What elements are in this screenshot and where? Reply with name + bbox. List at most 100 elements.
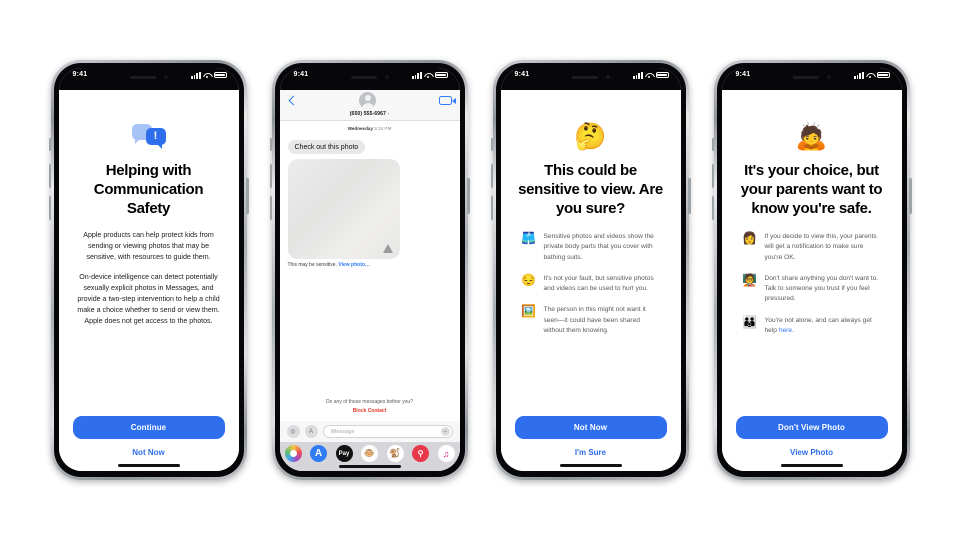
camera-icon[interactable]: ◎ bbox=[286, 425, 300, 438]
phone-3-screen: 9:41 🤔 This could be sensitive to view. … bbox=[500, 68, 681, 471]
facetime-video-icon[interactable] bbox=[438, 96, 456, 105]
volume-up-button[interactable] bbox=[48, 164, 51, 188]
notch bbox=[328, 68, 411, 86]
wifi-icon bbox=[645, 72, 653, 79]
exclamation-mark: ! bbox=[153, 129, 158, 142]
battery-icon bbox=[876, 71, 890, 79]
sensitive-notice-text: This may be sensitive. bbox=[287, 262, 337, 268]
not-now-button[interactable]: Not Now bbox=[514, 416, 667, 439]
cellular-bars-icon bbox=[633, 71, 643, 79]
dont-view-photo-button[interactable]: Don't View Photo bbox=[735, 416, 888, 439]
mute-switch[interactable] bbox=[711, 138, 714, 151]
thinking-face-emoji: 🤔 bbox=[574, 121, 607, 151]
status-time: 9:41 bbox=[735, 71, 751, 78]
send-arrow-icon[interactable]: ➜ bbox=[440, 427, 450, 436]
power-button[interactable] bbox=[688, 178, 691, 214]
power-button[interactable] bbox=[467, 178, 470, 214]
volume-down-button[interactable] bbox=[269, 196, 272, 220]
bullet-text: Don't share anything you don't want to. … bbox=[764, 274, 879, 303]
list-item: 👪 You're not alone, and can always get h… bbox=[742, 314, 882, 336]
phone-device-3: 9:41 🤔 This could be sensitive to view. … bbox=[490, 60, 691, 480]
wifi-icon bbox=[866, 72, 874, 79]
status-bar: 9:41 bbox=[721, 68, 902, 90]
nav-row bbox=[288, 92, 456, 109]
phone-device-4: 9:41 🙇 It's your choice, but your parent… bbox=[711, 60, 912, 480]
status-indicators bbox=[854, 71, 890, 79]
animoji-app-icon[interactable]: 🐒 bbox=[386, 445, 404, 462]
volume-up-button[interactable] bbox=[490, 164, 493, 188]
contact-avatar-icon[interactable] bbox=[359, 92, 376, 109]
view-photo-button[interactable]: View Photo bbox=[790, 448, 833, 457]
mute-switch[interactable] bbox=[48, 138, 51, 151]
notch bbox=[549, 68, 632, 86]
status-bar: 9:41 bbox=[279, 68, 460, 90]
cellular-bars-icon bbox=[191, 71, 201, 79]
block-contact-link[interactable]: Block Contact bbox=[280, 407, 460, 416]
continue-button[interactable]: Continue bbox=[72, 416, 225, 439]
im-sure-button[interactable]: I'm Sure bbox=[575, 448, 606, 457]
incoming-message-bubble[interactable]: Check out this photo bbox=[287, 140, 366, 154]
home-indicator[interactable] bbox=[559, 464, 622, 467]
photos-app-icon[interactable] bbox=[284, 445, 302, 462]
volume-up-button[interactable] bbox=[269, 164, 272, 188]
home-indicator[interactable] bbox=[780, 464, 843, 467]
mute-switch[interactable] bbox=[269, 138, 272, 151]
phone-4-screen: 9:41 🙇 It's your choice, but your parent… bbox=[721, 68, 902, 471]
front-camera-icon bbox=[826, 75, 831, 79]
phone-1-bezel: 9:41 ! Helping with Communication Safety… bbox=[53, 63, 244, 477]
memoji-monkey-icon[interactable]: 🐵 bbox=[361, 445, 378, 462]
volume-down-button[interactable] bbox=[711, 196, 714, 220]
mute-switch[interactable] bbox=[490, 138, 493, 151]
image-search-app-icon[interactable]: ⚲ bbox=[412, 445, 429, 462]
sensitive-warning-page: 🤔 This could be sensitive to view. Are y… bbox=[500, 90, 681, 471]
action-area: Not Now I'm Sure bbox=[514, 416, 667, 457]
warning-triangle-icon bbox=[382, 244, 393, 253]
bullet-text: It's not your fault, but sensitive photo… bbox=[543, 274, 654, 293]
action-area: Continue Not Now bbox=[72, 416, 225, 457]
timestamp-day: Wednesday bbox=[347, 125, 374, 131]
cellular-bars-icon bbox=[854, 71, 864, 79]
phone-3-bezel: 9:41 🤔 This could be sensitive to view. … bbox=[495, 63, 686, 477]
cellular-bars-icon bbox=[412, 71, 422, 79]
family-emoji: 👪 bbox=[742, 314, 757, 329]
power-button[interactable] bbox=[909, 178, 912, 214]
bullet-text: You're not alone, and can always get hel… bbox=[765, 316, 882, 336]
volume-down-button[interactable] bbox=[490, 196, 493, 220]
message-input-field[interactable]: iMessage ➜ bbox=[322, 425, 453, 438]
help-here-link[interactable]: here bbox=[779, 327, 792, 334]
phone-2-screen: 9:41 (650) 555-6967 › Wednesday 5:34 PM … bbox=[279, 68, 460, 471]
notification-avatar-emoji: 👩 bbox=[742, 231, 757, 246]
contact-name[interactable]: (650) 555-6967 › bbox=[350, 111, 389, 117]
volume-down-button[interactable] bbox=[48, 196, 51, 220]
hero-icon-wrap: ! bbox=[131, 120, 166, 152]
imessage-app-drawer: A Pay 🐵 🐒 ⚲ ♫ bbox=[279, 442, 460, 471]
earpiece-speaker bbox=[571, 75, 598, 79]
phone-2-bezel: 9:41 (650) 555-6967 › Wednesday 5:34 PM … bbox=[274, 63, 465, 477]
music-app-icon[interactable]: ♫ bbox=[437, 445, 455, 462]
app-store-app-icon[interactable]: A bbox=[310, 445, 327, 462]
volume-up-button[interactable] bbox=[711, 164, 714, 188]
app-store-icon[interactable]: A bbox=[304, 425, 318, 438]
earpiece-speaker bbox=[792, 75, 819, 79]
power-button[interactable] bbox=[246, 178, 249, 214]
home-indicator[interactable] bbox=[117, 464, 180, 467]
front-camera-icon bbox=[163, 75, 168, 79]
list-item: 🖼️ The person in this might not want it … bbox=[521, 305, 661, 336]
blurred-photo-attachment[interactable] bbox=[287, 159, 400, 259]
not-now-button[interactable]: Not Now bbox=[132, 448, 164, 457]
swimsuit-emoji: 🩳 bbox=[521, 231, 536, 246]
status-time: 9:41 bbox=[72, 71, 88, 78]
apple-pay-app-icon[interactable]: Pay bbox=[335, 445, 353, 462]
status-bar: 9:41 bbox=[58, 68, 239, 90]
view-photo-link[interactable]: View photo… bbox=[338, 262, 370, 268]
home-indicator[interactable] bbox=[338, 465, 401, 468]
back-chevron-icon[interactable] bbox=[288, 95, 298, 106]
message-bubbles-alert-icon: ! bbox=[131, 123, 166, 149]
notch bbox=[107, 68, 190, 86]
wifi-icon bbox=[203, 72, 211, 79]
wifi-icon bbox=[424, 72, 432, 79]
sad-face-emoji: 😔 bbox=[521, 272, 536, 287]
parental-notification-page: 🙇 It's your choice, but your parents wan… bbox=[721, 90, 902, 471]
status-indicators bbox=[191, 71, 227, 79]
battery-icon bbox=[434, 71, 448, 79]
